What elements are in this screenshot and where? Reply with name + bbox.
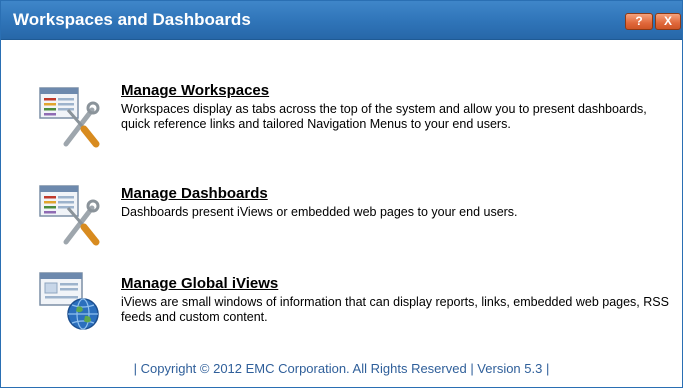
workspaces-dialog: Workspaces and Dashboards ? X Manage Wor… — [0, 0, 683, 388]
workspace-tools-icon — [39, 87, 100, 148]
manage-dashboards-link[interactable]: Manage Dashboards — [121, 185, 268, 202]
manage-global-iviews-description: iViews are small windows of information … — [121, 295, 669, 324]
manage-workspaces-link[interactable]: Manage Workspaces — [121, 82, 269, 99]
dialog-content: Manage Workspaces Workspaces display as … — [1, 40, 682, 387]
dashboard-tools-icon — [39, 185, 100, 246]
close-button[interactable]: X — [655, 13, 681, 30]
manage-workspaces-description: Workspaces display as tabs across the to… — [121, 102, 647, 131]
dialog-titlebar: Workspaces and Dashboards ? X — [1, 1, 682, 40]
copyright-footer: | Copyright © 2012 EMC Corporation. All … — [133, 361, 550, 376]
help-button[interactable]: ? — [625, 13, 653, 30]
manage-dashboards-description: Dashboards present iViews or embedded we… — [121, 205, 518, 219]
manage-global-iviews-link[interactable]: Manage Global iViews — [121, 275, 278, 292]
dialog-title: Workspaces and Dashboards — [13, 10, 251, 29]
global-iview-icon — [39, 272, 99, 330]
